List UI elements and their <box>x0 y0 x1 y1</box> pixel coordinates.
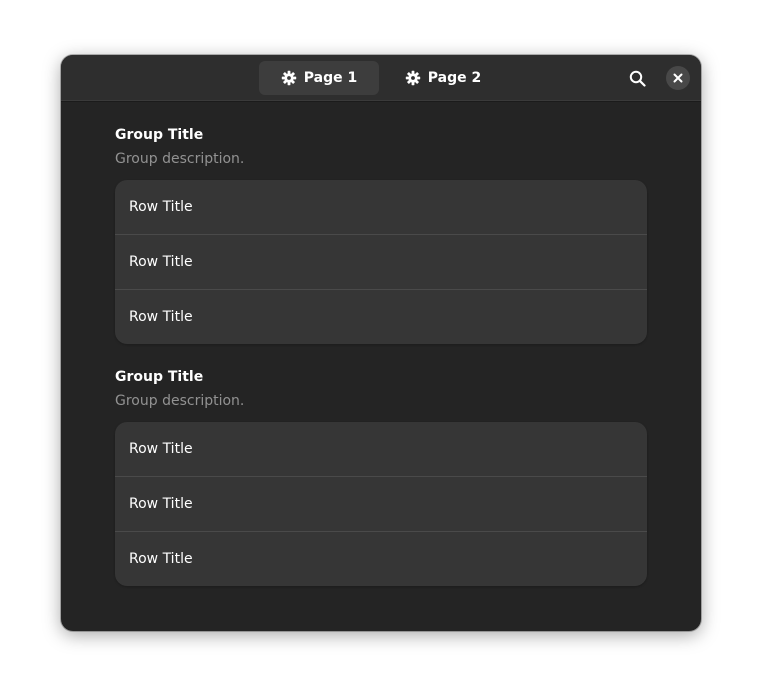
close-button[interactable] <box>666 66 690 90</box>
list-row[interactable]: Row Title <box>115 476 647 531</box>
tab-label: Page 1 <box>303 70 358 86</box>
search-icon <box>629 70 646 87</box>
search-button[interactable] <box>623 64 651 92</box>
group-title: Group Title <box>115 127 204 143</box>
preferences-window: Page 1 Page 2 Group Title Group descript… <box>61 55 701 631</box>
list-row[interactable]: Row Title <box>115 531 647 586</box>
group-description: Group description. <box>115 393 245 409</box>
boxed-list: Row Title Row Title Row Title <box>115 180 647 344</box>
header-bar: Page 1 Page 2 <box>61 55 701 102</box>
tab-page-2[interactable]: Page 2 <box>391 61 495 95</box>
tab-label: Page 2 <box>427 70 482 86</box>
close-icon <box>673 73 683 83</box>
list-row[interactable]: Row Title <box>115 289 647 344</box>
preferences-group: Group Title Group description. Row Title… <box>115 367 647 586</box>
group-title: Group Title <box>115 369 204 385</box>
list-row[interactable]: Row Title <box>115 234 647 289</box>
list-row[interactable]: Row Title <box>115 180 647 234</box>
preferences-group: Group Title Group description. Row Title… <box>115 125 647 344</box>
list-row[interactable]: Row Title <box>115 422 647 476</box>
tab-page-1[interactable]: Page 1 <box>259 61 379 95</box>
gear-icon <box>405 70 420 86</box>
group-description: Group description. <box>115 151 245 167</box>
gear-icon <box>281 70 296 86</box>
boxed-list: Row Title Row Title Row Title <box>115 422 647 586</box>
